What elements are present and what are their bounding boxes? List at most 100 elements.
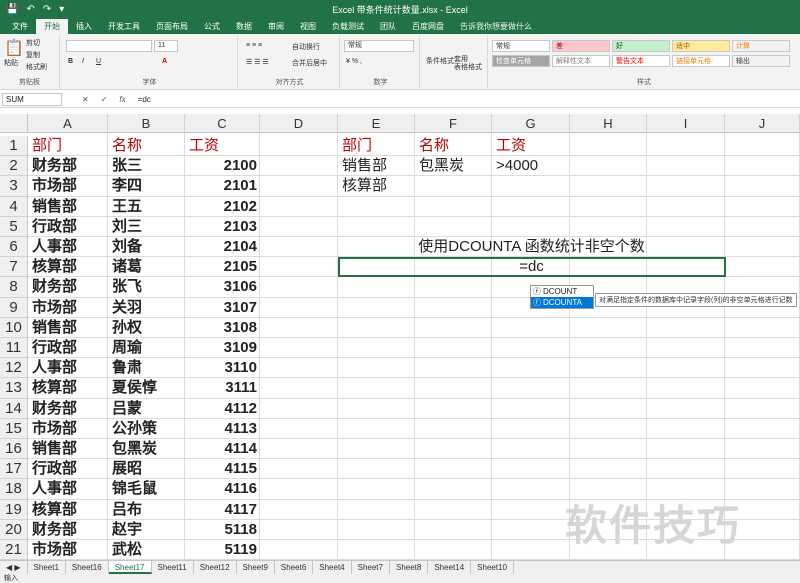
tab-7[interactable]: 审阅 (260, 19, 292, 34)
column-header-H[interactable]: H (570, 114, 647, 133)
row-header-8[interactable]: 8 (0, 277, 28, 298)
cell-style-0[interactable]: 常规 (492, 40, 550, 52)
cell-style-8[interactable]: 链接单元格 (672, 55, 730, 67)
copy-button[interactable]: 复制 (26, 50, 40, 60)
cancel-icon[interactable]: ✕ (82, 95, 89, 104)
sheet-tab-sheet8[interactable]: Sheet8 (390, 561, 429, 574)
cell-style-1[interactable]: 差 (552, 40, 610, 52)
column-header-C[interactable]: C (185, 114, 260, 133)
number-format-select[interactable]: 常规 (344, 40, 414, 52)
cell-style-4[interactable]: 计算 (732, 40, 790, 52)
cell-style-5[interactable]: 检查单元格 (492, 55, 550, 67)
cell-style-2[interactable]: 好 (612, 40, 670, 52)
formula-input[interactable]: =dc (138, 95, 151, 104)
sheet-tab-sheet1[interactable]: Sheet1 (28, 561, 66, 574)
tab-9[interactable]: 负载测试 (324, 19, 372, 34)
tab-6[interactable]: 数据 (228, 19, 260, 34)
tab-8[interactable]: 视图 (292, 19, 324, 34)
row-header-4[interactable]: 4 (0, 196, 28, 217)
column-header-I[interactable]: I (647, 114, 725, 133)
align-center-icon[interactable]: ☰ ☰ ☰ (246, 58, 269, 66)
sheet-tab-sheet9[interactable]: Sheet9 (237, 561, 275, 574)
column-header-J[interactable]: J (725, 114, 800, 133)
row-header-12[interactable]: 12 (0, 358, 28, 379)
row-header-5[interactable]: 5 (0, 216, 28, 237)
insert-function-icon[interactable]: fx (119, 95, 125, 104)
conditional-format-button[interactable]: 条件格式 (426, 56, 454, 66)
autocomplete-item-dcounta[interactable]: ⓕ DCOUNTA (531, 297, 593, 308)
row-header-17[interactable]: 17 (0, 459, 28, 480)
cell-style-3[interactable]: 适中 (672, 40, 730, 52)
row-header-13[interactable]: 13 (0, 378, 28, 399)
sheet-tab-sheet10[interactable]: Sheet10 (471, 561, 514, 574)
column-header-G[interactable]: G (492, 114, 570, 133)
row-header-7[interactable]: 7 (0, 257, 28, 278)
row-header-15[interactable]: 15 (0, 418, 28, 439)
tab-4[interactable]: 页面布局 (148, 19, 196, 34)
tab-1[interactable]: 开始 (36, 19, 68, 34)
name-box[interactable]: SUM (2, 93, 62, 106)
column-header-A[interactable]: A (28, 114, 108, 133)
row-header-21[interactable]: 21 (0, 540, 28, 561)
italic-button[interactable]: I (82, 58, 84, 65)
row-header-2[interactable]: 2 (0, 156, 28, 177)
sheet-tab-sheet12[interactable]: Sheet12 (194, 561, 237, 574)
column-header-E[interactable]: E (338, 114, 415, 133)
criteria-header-1: 名称 (419, 137, 450, 154)
paste-icon[interactable]: 📋 (4, 38, 24, 58)
row-header-20[interactable]: 20 (0, 519, 28, 540)
currency-icon[interactable]: ¥ % , (346, 58, 362, 65)
tab-2[interactable]: 插入 (68, 19, 100, 34)
column-header-F[interactable]: F (415, 114, 492, 133)
active-cell-value[interactable]: =dc (338, 257, 725, 277)
cut-button[interactable]: 剪切 (26, 38, 40, 48)
format-painter-button[interactable]: 格式刷 (26, 62, 47, 72)
sheet-tab-sheet16[interactable]: Sheet16 (66, 561, 109, 574)
format-as-table-button[interactable]: 套用 表格格式 (454, 56, 482, 72)
row-header-16[interactable]: 16 (0, 439, 28, 460)
font-color-button[interactable]: A (162, 58, 167, 65)
merge-center-button[interactable]: 合并后居中 (292, 58, 327, 68)
sheet-tab-sheet6[interactable]: Sheet6 (275, 561, 314, 574)
cell-style-6[interactable]: 解释性文本 (552, 55, 610, 67)
select-all-corner[interactable] (0, 114, 28, 133)
autocomplete-item-dcount[interactable]: ⓕ DCOUNT (531, 286, 593, 297)
row-header-19[interactable]: 19 (0, 499, 28, 520)
tab-11[interactable]: 百度网盘 (404, 19, 452, 34)
font-name-select[interactable] (66, 40, 152, 52)
sheet-nav-icon[interactable]: ◀ ▶ (0, 561, 28, 574)
row-header-10[interactable]: 10 (0, 317, 28, 338)
tab-5[interactable]: 公式 (196, 19, 228, 34)
gridline-v (259, 133, 260, 560)
row-header-14[interactable]: 14 (0, 398, 28, 419)
row-header-9[interactable]: 9 (0, 297, 28, 318)
sheet-tab-sheet7[interactable]: Sheet7 (352, 561, 390, 574)
sheet-tab-sheet11[interactable]: Sheet11 (152, 561, 194, 574)
align-lines-icon[interactable]: ≡ ≡ ≡ (246, 42, 262, 49)
column-header-B[interactable]: B (108, 114, 185, 133)
tell-me-search[interactable]: 告诉我你想要做什么 (460, 19, 532, 34)
tab-10[interactable]: 团队 (372, 19, 404, 34)
row-header-6[interactable]: 6 (0, 237, 28, 258)
cell-style-9[interactable]: 输出 (732, 55, 790, 67)
paste-button[interactable]: 粘贴 (4, 58, 18, 68)
criteria-row3-0: 核算部 (342, 177, 388, 195)
sheet-tab-sheet14[interactable]: Sheet14 (428, 561, 472, 574)
title-bar: 💾 ↶ ↷ ▾ Excel 带条件统计数量.xlsx - Excel (0, 0, 800, 18)
tab-0[interactable]: 文件 (4, 19, 36, 34)
cell-a4: 销售部 (32, 197, 78, 215)
font-size-select[interactable]: 11 (154, 40, 178, 52)
column-header-D[interactable]: D (260, 114, 338, 133)
row-header-11[interactable]: 11 (0, 338, 28, 359)
underline-button[interactable]: U (96, 58, 101, 65)
bold-button[interactable]: B (68, 58, 73, 65)
wrap-text-button[interactable]: 自动换行 (292, 42, 320, 52)
cell-style-7[interactable]: 警告文本 (612, 55, 670, 67)
row-header-18[interactable]: 18 (0, 479, 28, 500)
tab-3[interactable]: 开发工具 (100, 19, 148, 34)
row-header-1[interactable]: 1 (0, 136, 28, 157)
sheet-tab-sheet17[interactable]: Sheet17 (108, 561, 152, 574)
row-header-3[interactable]: 3 (0, 176, 28, 197)
sheet-tab-sheet4[interactable]: Sheet4 (313, 561, 352, 574)
enter-icon[interactable]: ✓ (101, 95, 108, 104)
